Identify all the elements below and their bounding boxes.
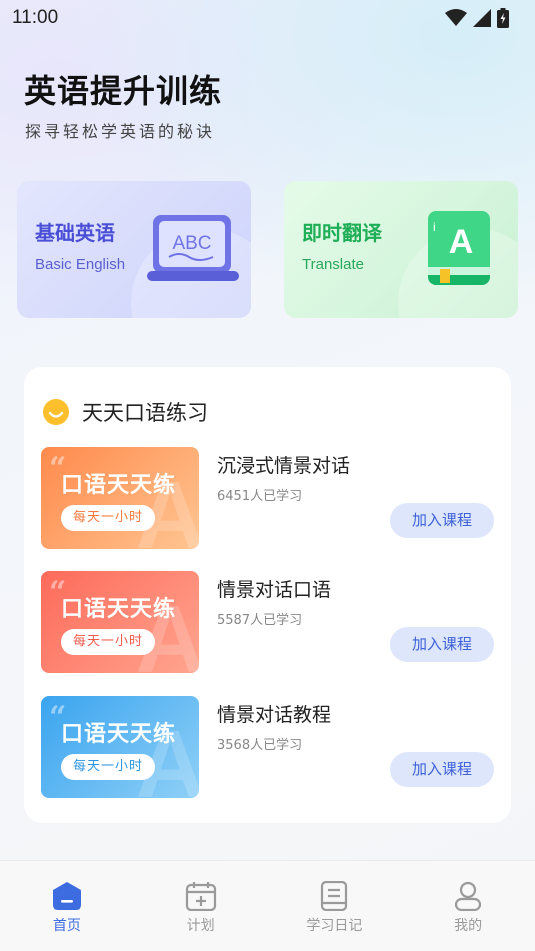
tab-home[interactable]: 首页 [0, 861, 134, 951]
tab-plan[interactable]: 计划 [134, 861, 268, 951]
course-item[interactable]: “ A 口语天天练 每天一小时 情景对话口语 5587人已学习 加入课程 [41, 571, 494, 673]
status-time: 11:00 [12, 7, 59, 28]
notebook-icon [321, 881, 348, 911]
course-name[interactable]: 情景对话口语 [217, 575, 331, 602]
course-name[interactable]: 情景对话教程 [217, 700, 331, 727]
thumbnail-title: 口语天天练 [61, 597, 177, 622]
course-name[interactable]: 沉浸式情景对话 [217, 451, 350, 478]
learner-count: 5587人已学习 [217, 613, 303, 628]
thumbnail-tag: 每天一小时 [61, 754, 156, 780]
status-bar: 11:00 [0, 0, 535, 36]
tab-mine[interactable]: 我的 [401, 861, 535, 951]
thumbnail-tag: 每天一小时 [61, 505, 156, 531]
svg-text:i: i [433, 220, 436, 234]
bottom-tab-bar: 首页 计划 学习日记 我的 [0, 860, 535, 951]
translate-card[interactable]: 即时翻译 Translate A i [284, 181, 518, 318]
book-a-icon: A i [428, 211, 490, 285]
status-icons [445, 8, 509, 28]
smile-icon [43, 399, 69, 425]
cellular-signal-icon [473, 9, 491, 27]
learner-count: 3568人已学习 [217, 738, 303, 753]
tab-study-diary[interactable]: 学习日记 [268, 861, 402, 951]
page-title: 英语提升训练 [24, 72, 223, 110]
tab-label: 计划 [186, 918, 215, 934]
battery-icon [497, 8, 509, 28]
abc-text: ABC [172, 233, 211, 254]
course-item[interactable]: “ A 口语天天练 每天一小时 沉浸式情景对话 6451人已学习 加入课程 [41, 447, 494, 549]
course-thumbnail: “ A 口语天天练 每天一小时 [41, 696, 199, 798]
book-letter: A [449, 223, 474, 261]
course-thumbnail: “ A 口语天天练 每天一小时 [41, 447, 199, 549]
wifi-icon [445, 9, 467, 26]
course-item[interactable]: “ A 口语天天练 每天一小时 情景对话教程 3568人已学习 加入课程 [41, 696, 494, 798]
thumbnail-title: 口语天天练 [61, 722, 177, 747]
abc-laptop-icon: ABC [147, 215, 239, 281]
thumbnail-title: 口语天天练 [61, 473, 177, 498]
basic-english-card[interactable]: 基础英语 Basic English ABC [17, 181, 251, 318]
join-course-button[interactable]: 加入课程 [390, 752, 494, 787]
home-icon [52, 882, 81, 910]
tab-label: 首页 [52, 918, 81, 934]
panel-title: 天天口语练习 [82, 401, 208, 425]
thumbnail-tag: 每天一小时 [61, 629, 156, 655]
calendar-plus-icon [185, 882, 216, 911]
page-subtitle: 探寻轻松学英语的秘诀 [25, 122, 216, 141]
user-icon [455, 881, 482, 911]
learner-count: 6451人已学习 [217, 489, 303, 504]
panel-header: 天天口语练习 [42, 397, 208, 427]
course-thumbnail: “ A 口语天天练 每天一小时 [41, 571, 199, 673]
join-course-button[interactable]: 加入课程 [390, 503, 494, 538]
speaking-practice-panel: 天天口语练习 “ A 口语天天练 每天一小时 沉浸式情景对话 6451人已学习 … [24, 367, 511, 823]
tab-label: 学习日记 [306, 918, 363, 934]
join-course-button[interactable]: 加入课程 [390, 627, 494, 662]
tab-label: 我的 [454, 918, 483, 934]
